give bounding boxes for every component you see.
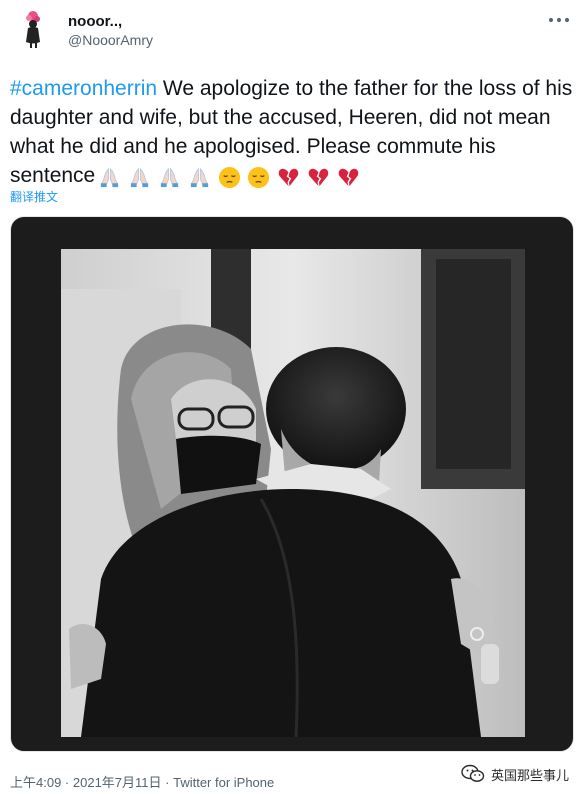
courtroom-hug-photo: [61, 249, 525, 737]
folded-hands-icon: [101, 167, 119, 187]
tweet-source[interactable]: Twitter for iPhone: [173, 775, 274, 790]
author-handle[interactable]: @NooorAmry: [68, 32, 153, 48]
separator: ·: [161, 775, 174, 790]
broken-heart-icon: [279, 168, 299, 187]
broken-heart-icon: [338, 168, 359, 187]
more-options-icon[interactable]: [547, 10, 571, 30]
folded-hands-icon: [160, 167, 179, 187]
tweet-header: nooor.., @NooorAmry: [0, 0, 583, 60]
tweet-timestamp: 上午4:09 · 2021年7月11日 · Twitter for iPhone: [10, 772, 274, 791]
broken-heart-icon: [308, 168, 329, 187]
watermark-text: 英国那些事儿: [490, 768, 569, 784]
translate-tweet-link[interactable]: 翻译推文: [10, 188, 58, 205]
wechat-icon: [461, 764, 485, 782]
avatar[interactable]: [12, 8, 56, 52]
wechat-watermark: 英国那些事儿: [461, 764, 569, 784]
avatar-illustration: [12, 8, 56, 52]
tweet-text: #cameronherrin We apologize to the fathe…: [10, 74, 575, 191]
folded-hands-icon: [190, 167, 208, 187]
tweet-media[interactable]: [10, 216, 574, 752]
separator: ·: [61, 775, 73, 790]
emoji-row: [98, 162, 361, 191]
hashtag-link[interactable]: #cameronherrin: [10, 77, 157, 100]
folded-hands-icon: [130, 167, 149, 187]
author-name[interactable]: nooor..,: [68, 13, 122, 30]
tweet-date[interactable]: 2021年7月11日: [73, 775, 162, 790]
pensive-face-icon: [248, 166, 270, 188]
pensive-face-icon: [218, 166, 240, 188]
tweet-time[interactable]: 上午4:09: [10, 775, 61, 790]
